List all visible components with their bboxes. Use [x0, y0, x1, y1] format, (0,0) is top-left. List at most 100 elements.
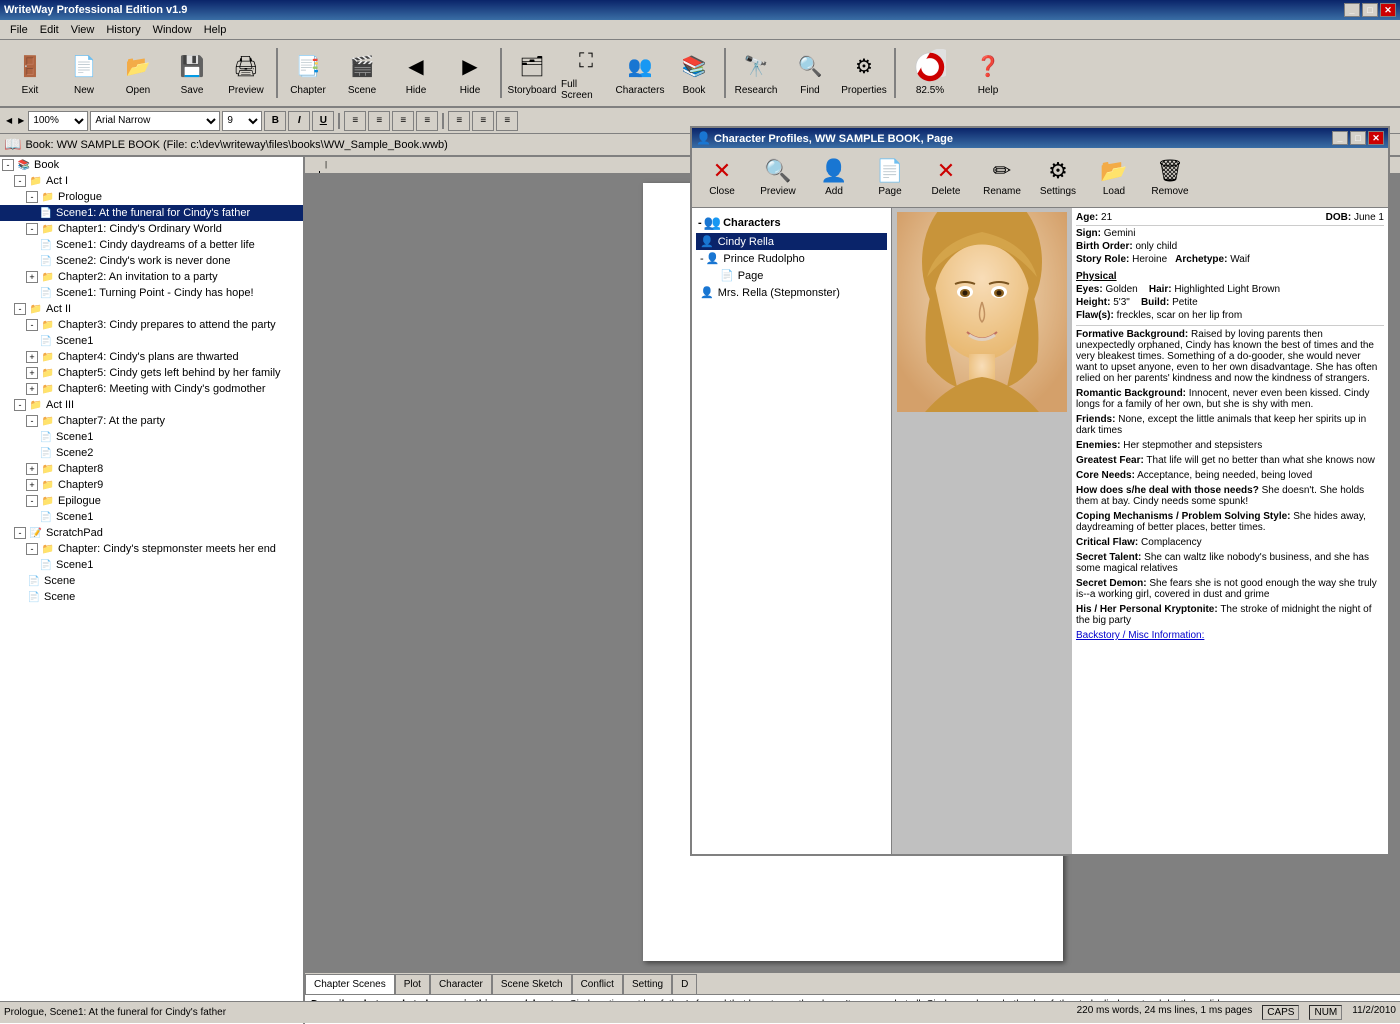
nav-forward[interactable]: ▶: [16, 116, 26, 125]
tree-item-book[interactable]: - 📚 Book: [0, 157, 303, 173]
expand-scratchpad[interactable]: -: [14, 527, 26, 539]
expand-ch6[interactable]: +: [26, 383, 38, 395]
bold-button[interactable]: B: [264, 111, 286, 131]
align-justify-button[interactable]: ≡: [416, 111, 438, 131]
char-tree-cindy[interactable]: 👤 Cindy Rella: [696, 233, 887, 250]
expand-ch1[interactable]: -: [26, 223, 38, 235]
char-rename-button[interactable]: ✏ Rename: [976, 152, 1028, 204]
open-button[interactable]: 📂 Open: [112, 43, 164, 103]
italic-button[interactable]: I: [288, 111, 310, 131]
title-controls[interactable]: _ □ ✕: [1344, 3, 1396, 17]
tree-item-ch2[interactable]: + 📁 Chapter2: An invitation to a party: [0, 269, 303, 285]
maximize-btn[interactable]: □: [1362, 3, 1378, 17]
expand-act2[interactable]: -: [14, 303, 26, 315]
char-panel-controls[interactable]: _ □ ✕: [1332, 131, 1384, 145]
scene-button[interactable]: 🎬 Scene: [336, 43, 388, 103]
tree-item-act3[interactable]: - 📁 Act III: [0, 397, 303, 413]
char-page-button[interactable]: 📄 Page: [864, 152, 916, 204]
close-btn[interactable]: ✕: [1380, 3, 1396, 17]
hide-right-button[interactable]: ▶ Hide: [444, 43, 496, 103]
help-button[interactable]: ❓ Help: [962, 43, 1014, 103]
menu-file[interactable]: File: [4, 22, 34, 38]
char-tree-mrs[interactable]: 👤 Mrs. Rella (Stepmonster): [696, 284, 887, 301]
tree-item-ch6[interactable]: + 📁 Chapter6: Meeting with Cindy's godmo…: [0, 381, 303, 397]
expand-ch3[interactable]: -: [26, 319, 38, 331]
tree-item-scratchpad[interactable]: - 📝 ScratchPad: [0, 525, 303, 541]
save-button[interactable]: 💾 Save: [166, 43, 218, 103]
tree-item-ch1[interactable]: - 📁 Chapter1: Cindy's Ordinary World: [0, 221, 303, 237]
char-maximize-btn[interactable]: □: [1350, 131, 1366, 145]
char-close-btn[interactable]: ✕: [1368, 131, 1384, 145]
menu-view[interactable]: View: [65, 22, 101, 38]
align-left-button[interactable]: ≡: [344, 111, 366, 131]
tree-item-scene-b[interactable]: 📄 Scene: [0, 589, 303, 605]
tree-item-ch8[interactable]: + 📁 Chapter8: [0, 461, 303, 477]
char-load-button[interactable]: 📂 Load: [1088, 152, 1140, 204]
menu-history[interactable]: History: [100, 22, 146, 38]
char-delete-button[interactable]: ✕ Delete: [920, 152, 972, 204]
prince-expand[interactable]: -: [700, 253, 704, 265]
expand-ch5[interactable]: +: [26, 367, 38, 379]
align-center-button[interactable]: ≡: [368, 111, 390, 131]
expand-act3[interactable]: -: [14, 399, 26, 411]
tree-item-ch9[interactable]: + 📁 Chapter9: [0, 477, 303, 493]
tree-item-ch5[interactable]: + 📁 Chapter5: Cindy gets left behind by …: [0, 365, 303, 381]
expand-ch8[interactable]: +: [26, 463, 38, 475]
expand-prologue[interactable]: -: [26, 191, 38, 203]
char-preview-button[interactable]: 🔍 Preview: [752, 152, 804, 204]
expand-ch7[interactable]: -: [26, 415, 38, 427]
fullscreen-button[interactable]: ⛶ Full Screen: [560, 43, 612, 103]
tree-item-scene1-step[interactable]: 📄 Scene1: [0, 557, 303, 573]
tree-item-scene1-ch1[interactable]: 📄 Scene1: Cindy daydreams of a better li…: [0, 237, 303, 253]
expand-ch-step[interactable]: -: [26, 543, 38, 555]
menu-help[interactable]: Help: [198, 22, 233, 38]
new-button[interactable]: 📄 New: [58, 43, 110, 103]
tree-item-scene1-ch2[interactable]: 📄 Scene1: Turning Point - Cindy has hope…: [0, 285, 303, 301]
preview-button[interactable]: 🖨 Preview: [220, 43, 272, 103]
list-button[interactable]: ≡: [448, 111, 470, 131]
font-select[interactable]: Arial Narrow: [90, 111, 220, 131]
book-button[interactable]: 📚 Book: [668, 43, 720, 103]
underline-button[interactable]: U: [312, 111, 334, 131]
tree-item-ch-step[interactable]: - 📁 Chapter: Cindy's stepmonster meets h…: [0, 541, 303, 557]
storyboard-button[interactable]: 🗂 Storyboard: [506, 43, 558, 103]
zoom-select[interactable]: 100%: [28, 111, 88, 131]
char-minimize-btn[interactable]: _: [1332, 131, 1348, 145]
hide-left-button[interactable]: ◀ Hide: [390, 43, 442, 103]
tree-item-epilogue[interactable]: - 📁 Epilogue: [0, 493, 303, 509]
tab-chapter-scenes[interactable]: Chapter Scenes: [305, 974, 395, 994]
tree-item-scene-a[interactable]: 📄 Scene: [0, 573, 303, 589]
tree-item-scene1-ch3[interactable]: 📄 Scene1: [0, 333, 303, 349]
characters-button[interactable]: 👥 Characters: [614, 43, 666, 103]
char-tree-page[interactable]: 📄 Page: [696, 267, 887, 284]
exit-button[interactable]: 🚪 Exit: [4, 43, 56, 103]
char-settings-button[interactable]: ⚙ Settings: [1032, 152, 1084, 204]
outdent-button[interactable]: ≡: [496, 111, 518, 131]
find-button[interactable]: 🔍 Find: [784, 43, 836, 103]
chapter-button[interactable]: 📑 Chapter: [282, 43, 334, 103]
tree-item-prologue[interactable]: - 📁 Prologue: [0, 189, 303, 205]
backstory-link[interactable]: Backstory / Misc Information:: [1076, 630, 1384, 641]
char-tree-prince[interactable]: - 👤 Prince Rudolpho: [696, 250, 887, 267]
char-add-button[interactable]: 👤 Add: [808, 152, 860, 204]
progress-button[interactable]: 82.5%: [900, 43, 960, 103]
tree-item-scene1-prologue[interactable]: 📄 Scene1: At the funeral for Cindy's fat…: [0, 205, 303, 221]
tree-item-scene1-ch7[interactable]: 📄 Scene1: [0, 429, 303, 445]
char-remove-button[interactable]: 🗑 Remove: [1144, 152, 1196, 204]
expand-act1[interactable]: -: [14, 175, 26, 187]
tab-plot[interactable]: Plot: [395, 974, 430, 994]
nav-back[interactable]: ◀: [4, 116, 14, 125]
menu-edit[interactable]: Edit: [34, 22, 65, 38]
char-close-button[interactable]: ✕ Close: [696, 152, 748, 204]
tree-item-ch3[interactable]: - 📁 Chapter3: Cindy prepares to attend t…: [0, 317, 303, 333]
expand-ch2[interactable]: +: [26, 271, 38, 283]
menu-window[interactable]: Window: [147, 22, 198, 38]
align-right-button[interactable]: ≡: [392, 111, 414, 131]
size-select[interactable]: 9: [222, 111, 262, 131]
indent-button[interactable]: ≡: [472, 111, 494, 131]
tree-item-act2[interactable]: - 📁 Act II: [0, 301, 303, 317]
tab-setting[interactable]: Setting: [623, 974, 672, 994]
expand-ch4[interactable]: +: [26, 351, 38, 363]
tree-item-ch7[interactable]: - 📁 Chapter7: At the party: [0, 413, 303, 429]
research-button[interactable]: 🔭 Research: [730, 43, 782, 103]
